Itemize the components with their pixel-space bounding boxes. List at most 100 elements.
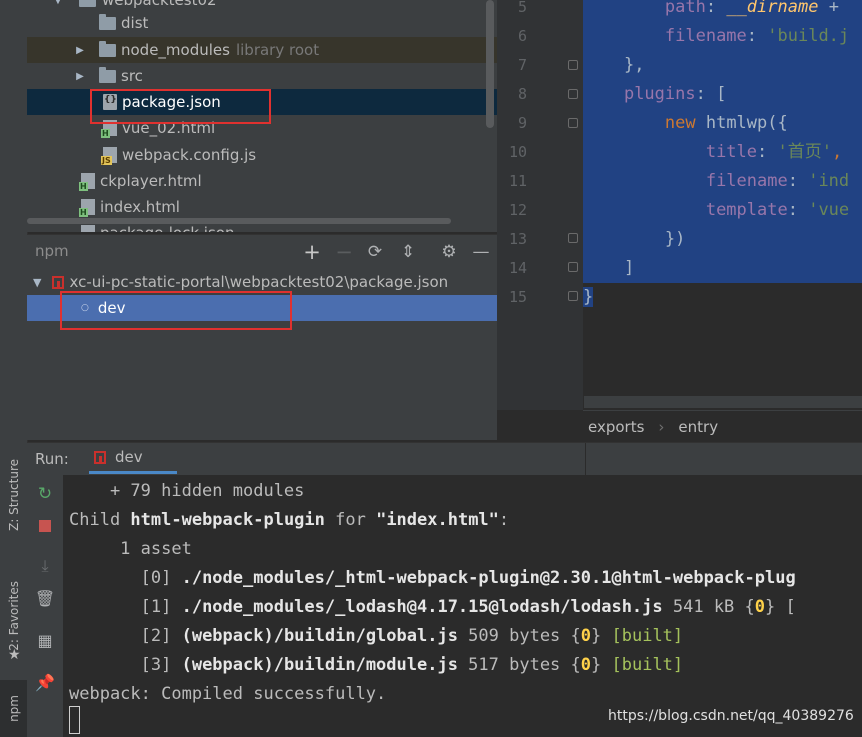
gear-icon[interactable]: ⚙ bbox=[437, 235, 461, 268]
expand-arrow-icon[interactable]: ▶ bbox=[75, 71, 85, 82]
console-line: webpack: Compiled successfully. bbox=[69, 680, 386, 709]
tree-item-label: node_modules bbox=[121, 41, 230, 59]
left-tool-strip: Z: Structure 2: Favorites ★ npm bbox=[0, 0, 28, 737]
code-token: filename bbox=[705, 171, 788, 191]
code-token: : bbox=[787, 200, 809, 220]
console-text: } bbox=[591, 626, 612, 646]
highlight-box-dev-script bbox=[60, 291, 292, 330]
star-icon: ★ bbox=[8, 647, 21, 663]
hide-panel-icon[interactable]: — bbox=[469, 235, 493, 268]
tree-horizontal-scrollbar[interactable] bbox=[27, 218, 451, 224]
code-token: __dirname bbox=[726, 0, 819, 17]
tree-vertical-scrollbar[interactable] bbox=[486, 0, 494, 128]
stop-icon[interactable] bbox=[27, 513, 63, 539]
console-text: 541 kB { bbox=[662, 597, 755, 617]
code-line: plugins: [ bbox=[583, 80, 862, 109]
breadcrumb: exports › entry bbox=[583, 410, 862, 443]
divider bbox=[585, 443, 586, 476]
add-icon[interactable]: + bbox=[300, 235, 324, 268]
fold-marker-icon[interactable] bbox=[568, 262, 578, 272]
npm-icon bbox=[52, 275, 65, 289]
code-token: path bbox=[664, 0, 706, 17]
npm-panel-title: npm bbox=[35, 242, 69, 260]
fold-marker-icon[interactable] bbox=[568, 60, 578, 70]
tree-item-dist[interactable]: dist bbox=[27, 10, 497, 36]
console-text: } bbox=[591, 655, 612, 675]
favorites-tab-label: 2: Favorites bbox=[6, 581, 21, 651]
trash-icon[interactable]: 🗑 bbox=[27, 585, 63, 611]
layout-icon[interactable]: ▦ bbox=[27, 627, 63, 653]
code-token: filename bbox=[664, 26, 747, 46]
console-text: Child bbox=[69, 510, 131, 530]
run-tab-dev[interactable]: dev bbox=[89, 443, 177, 474]
console-text: [0] bbox=[69, 568, 182, 588]
fold-marker-icon[interactable] bbox=[568, 89, 578, 99]
line-number: 8 bbox=[517, 85, 527, 103]
code-line: filename: 'ind bbox=[583, 167, 862, 196]
editor-horizontal-scrollbar[interactable] bbox=[584, 396, 862, 408]
refresh-icon[interactable]: ⟳ bbox=[363, 235, 387, 268]
folder-icon bbox=[99, 66, 116, 83]
console-text: "index.html" bbox=[376, 510, 499, 530]
code-token: } bbox=[583, 287, 594, 307]
expand-arrow-icon[interactable]: ▼ bbox=[33, 276, 41, 289]
line-number: 12 bbox=[508, 201, 527, 219]
console-text: [built] bbox=[611, 655, 684, 675]
rerun-icon[interactable]: ↻ bbox=[27, 481, 63, 507]
html-file-icon: H bbox=[79, 173, 95, 191]
breadcrumb-exports[interactable]: exports bbox=[588, 418, 644, 436]
run-toolbar: ↻ ⤓ 🗑 ▦ 📌 bbox=[27, 475, 64, 737]
tree-item-node-modules[interactable]: ▶ node_modules library root bbox=[27, 37, 497, 63]
code-line: }, bbox=[583, 51, 862, 80]
code-token: new bbox=[664, 113, 706, 133]
tree-item-label: package-lock.json bbox=[100, 224, 234, 232]
fold-marker-icon[interactable] bbox=[568, 233, 578, 243]
tree-item-webpack-config[interactable]: JS webpack.config.js bbox=[27, 142, 497, 168]
tree-item-ckplayer-html[interactable]: H ckplayer.html bbox=[27, 168, 497, 194]
tree-item-label: ckplayer.html bbox=[100, 172, 202, 190]
line-number: 10 bbox=[508, 143, 527, 161]
console-text: [1] bbox=[69, 597, 182, 617]
line-number: 15 bbox=[508, 288, 527, 306]
run-tab-label: dev bbox=[115, 448, 143, 466]
code-token: : bbox=[705, 0, 727, 17]
npm-tool-tab[interactable]: npm bbox=[0, 680, 27, 737]
code-token: template bbox=[705, 200, 788, 220]
tree-item-index-html[interactable]: H index.html bbox=[27, 194, 497, 220]
console-text: (webpack)/buildin/global.js bbox=[181, 626, 458, 646]
expand-arrow-icon[interactable]: ▶ bbox=[75, 45, 85, 56]
line-number: 14 bbox=[508, 259, 527, 277]
code-token: ] bbox=[623, 258, 635, 278]
console-line: + 79 hidden modules bbox=[69, 477, 304, 506]
code-line: } bbox=[583, 283, 594, 312]
console-text: 1 asset bbox=[69, 539, 192, 559]
structure-tool-tab[interactable]: Z: Structure bbox=[0, 447, 27, 543]
scroll-to-end-icon[interactable]: ⤓ bbox=[27, 553, 63, 579]
console-line: [2] (webpack)/buildin/global.js 509 byte… bbox=[69, 622, 684, 651]
expand-arrow-icon[interactable]: ▼ bbox=[53, 0, 63, 6]
console-text: + 79 hidden modules bbox=[69, 481, 305, 501]
breadcrumb-entry[interactable]: entry bbox=[678, 418, 718, 436]
json-file-icon bbox=[81, 225, 95, 232]
collapse-all-icon[interactable]: ⇕ bbox=[396, 235, 420, 268]
console-input-cursor[interactable] bbox=[69, 706, 80, 734]
console-text: (webpack)/buildin/module.js bbox=[181, 655, 458, 675]
code-token: : bbox=[746, 26, 768, 46]
code-token: : bbox=[787, 171, 809, 191]
console-line: [0] ./node_modules/_html-webpack-plugin@… bbox=[69, 564, 796, 593]
remove-icon[interactable]: − bbox=[332, 235, 356, 268]
console-text: : bbox=[498, 510, 510, 530]
tree-item-src[interactable]: ▶ src bbox=[27, 63, 497, 89]
fold-marker-icon[interactable] bbox=[568, 291, 578, 301]
structure-tab-label: Z: Structure bbox=[6, 459, 21, 531]
code-token: }, bbox=[623, 55, 645, 75]
pin-icon[interactable]: 📌 bbox=[27, 669, 63, 695]
fold-marker-icon[interactable] bbox=[568, 118, 578, 128]
line-number: 7 bbox=[517, 56, 527, 74]
code-line: new htmlwp({ bbox=[583, 109, 862, 138]
